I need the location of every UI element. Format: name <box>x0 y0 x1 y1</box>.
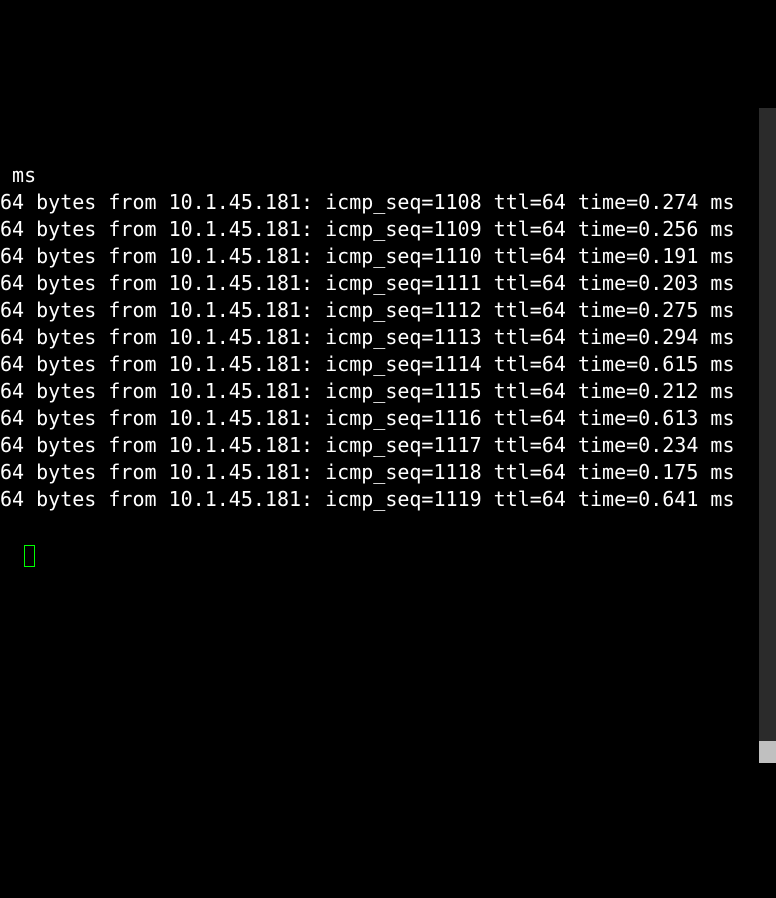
ping-response-line: 64 bytes from 10.1.45.181: icmp_seq=1116… <box>0 405 757 432</box>
ping-response-line: 64 bytes from 10.1.45.181: icmp_seq=1118… <box>0 459 757 486</box>
ping-wrap-fragment: ms <box>0 162 757 189</box>
ping-response-line: 64 bytes from 10.1.45.181: icmp_seq=1109… <box>0 216 757 243</box>
scrollbar-track[interactable] <box>759 108 776 763</box>
terminal-output: ms64 bytes from 10.1.45.181: icmp_seq=11… <box>0 162 757 513</box>
scrollbar-thumb[interactable] <box>759 741 776 763</box>
terminal-cursor <box>24 545 35 567</box>
ping-response-line: 64 bytes from 10.1.45.181: icmp_seq=1117… <box>0 432 757 459</box>
ping-response-line: 64 bytes from 10.1.45.181: icmp_seq=1110… <box>0 243 757 270</box>
ping-response-line: 64 bytes from 10.1.45.181: icmp_seq=1111… <box>0 270 757 297</box>
ping-response-line: 64 bytes from 10.1.45.181: icmp_seq=1108… <box>0 189 757 216</box>
terminal-window[interactable]: ms64 bytes from 10.1.45.181: icmp_seq=11… <box>0 108 776 763</box>
ping-response-line: 64 bytes from 10.1.45.181: icmp_seq=1112… <box>0 297 757 324</box>
ping-response-line: 64 bytes from 10.1.45.181: icmp_seq=1119… <box>0 486 757 513</box>
ping-response-line: 64 bytes from 10.1.45.181: icmp_seq=1114… <box>0 351 757 378</box>
ping-response-line: 64 bytes from 10.1.45.181: icmp_seq=1115… <box>0 378 757 405</box>
ping-response-line: 64 bytes from 10.1.45.181: icmp_seq=1113… <box>0 324 757 351</box>
